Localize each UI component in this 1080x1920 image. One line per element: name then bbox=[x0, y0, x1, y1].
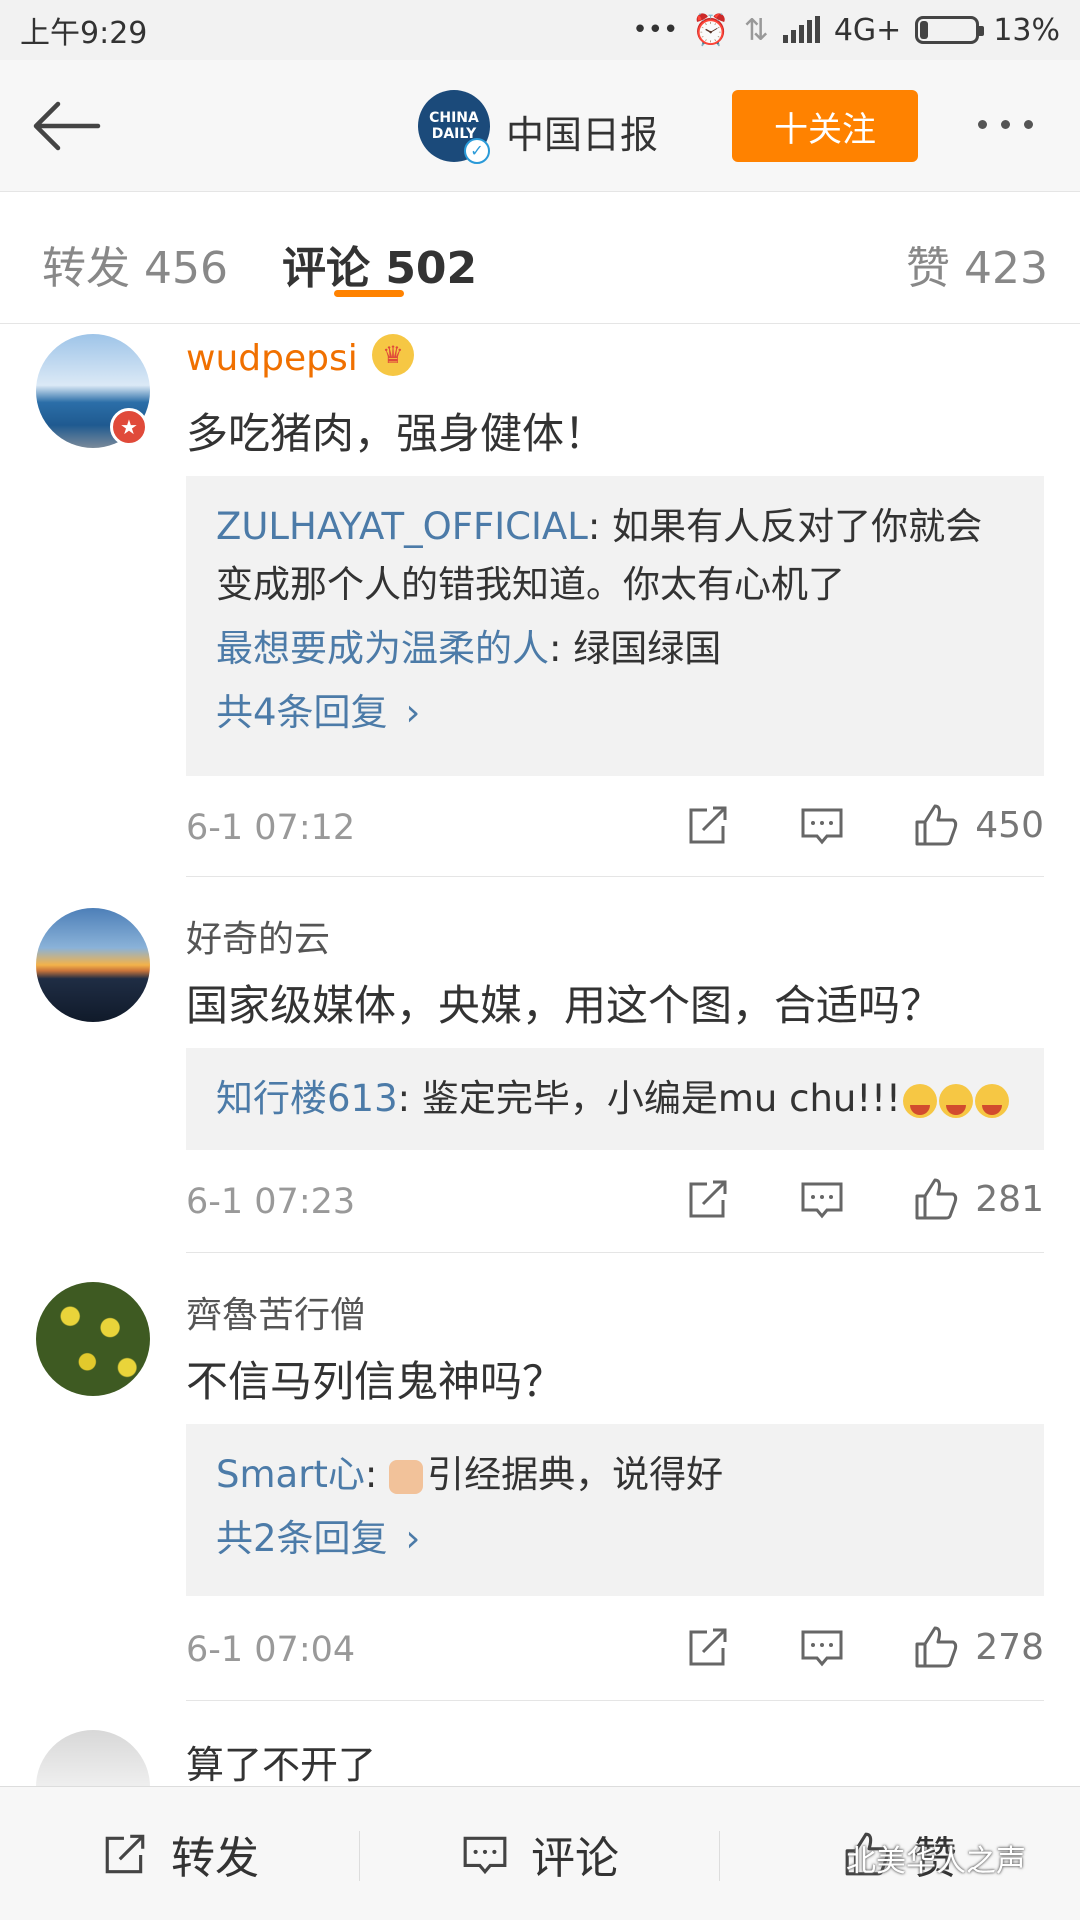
reply-box[interactable]: ZULHAYAT_OFFICIAL: 如果有人反对了你就会变成那个人的错我知道。… bbox=[186, 476, 1044, 776]
repost-icon[interactable] bbox=[685, 802, 731, 848]
avatar[interactable] bbox=[36, 1282, 150, 1396]
comment-icon[interactable] bbox=[799, 1176, 845, 1222]
like-button[interactable]: 450 bbox=[913, 802, 1044, 848]
like-count: 278 bbox=[975, 1626, 1044, 1668]
thumbs-up-emoji-icon bbox=[389, 1459, 424, 1494]
alarm-icon: ⏰ bbox=[692, 12, 730, 48]
comment-button[interactable]: 评论 bbox=[360, 1787, 720, 1920]
reply-line: Smart心: 引经据典，说得好 bbox=[216, 1453, 724, 1496]
tab-comments[interactable]: 评论 502 bbox=[282, 232, 477, 296]
comment-time: 6-1 07:23 bbox=[186, 1182, 356, 1222]
battery-icon bbox=[915, 16, 985, 44]
watermark: 北美华人之声 bbox=[846, 1844, 1026, 1879]
reply-username[interactable]: ZULHAYAT_OFFICIAL bbox=[216, 505, 588, 548]
tab-bar: 转发 456 评论 502 赞 423 bbox=[0, 192, 1080, 324]
nav-bar: CHINA DAILY ✓ 中国日报 十关注 bbox=[0, 60, 1080, 192]
comment-text: 不信马列信鬼神吗？ bbox=[186, 1357, 565, 1406]
comment-username[interactable]: 算了不开了 bbox=[186, 1734, 376, 1789]
tab-likes[interactable]: 赞 423 bbox=[906, 232, 1048, 296]
comment-username[interactable]: 齊魯苦行僧 bbox=[186, 1286, 366, 1338]
reply-username[interactable]: 最想要成为温柔的人 bbox=[216, 627, 549, 670]
status-bar: 上午9:29 ••• ⏰ ⇅ 4G+ 13% bbox=[0, 0, 1080, 60]
crying-laugh-emoji-icon bbox=[938, 1083, 973, 1118]
avatar[interactable] bbox=[36, 908, 150, 1022]
reply-line: 知行楼613: 鉴定完毕，小编是mu chu!!! bbox=[216, 1070, 1014, 1128]
more-dots-icon: ••• bbox=[632, 15, 679, 45]
chevron-right-icon: › bbox=[405, 1517, 421, 1560]
more-options-icon[interactable] bbox=[978, 120, 1033, 129]
crying-laugh-emoji-icon bbox=[974, 1083, 1009, 1118]
crown-icon: ♛ bbox=[372, 334, 414, 376]
repost-button[interactable]: 转发 bbox=[0, 1787, 360, 1920]
reply-line: 最想要成为温柔的人: 绿国绿国 bbox=[216, 620, 1014, 678]
comment-label: 评论 bbox=[531, 1832, 619, 1884]
repost-icon[interactable] bbox=[685, 1624, 731, 1670]
verified-badge-icon: ✓ bbox=[464, 138, 490, 164]
thumbs-up-icon bbox=[915, 1178, 958, 1220]
comment-username[interactable]: 好奇的云 bbox=[186, 910, 330, 962]
repost-label: 转发 bbox=[171, 1832, 259, 1884]
like-count: 281 bbox=[975, 1178, 1044, 1220]
tab-reposts[interactable]: 转发 456 bbox=[42, 232, 228, 296]
data-transfer-icon: ⇅ bbox=[743, 12, 769, 48]
more-replies-link[interactable]: 共2条回复 › bbox=[216, 1510, 420, 1568]
follow-button[interactable]: 十关注 bbox=[732, 90, 918, 162]
reply-username[interactable]: 知行楼613 bbox=[216, 1077, 398, 1120]
status-time: 上午9:29 bbox=[20, 16, 148, 51]
like-count: 450 bbox=[975, 804, 1044, 846]
comment-icon[interactable] bbox=[799, 1624, 845, 1670]
signal-icon bbox=[782, 16, 820, 43]
comment-text: 多吃猪肉，强身健体！ bbox=[186, 409, 607, 458]
divider bbox=[186, 1252, 1044, 1253]
reply-text: : 绿国绿国 bbox=[549, 627, 722, 670]
comment-icon[interactable] bbox=[799, 802, 845, 848]
more-replies-link[interactable]: 共4条回复 › bbox=[216, 684, 420, 742]
reply-box[interactable]: Smart心: 引经据典，说得好 共2条回复 › bbox=[186, 1424, 1044, 1596]
reply-box[interactable]: 知行楼613: 鉴定完毕，小编是mu chu!!! bbox=[186, 1048, 1044, 1150]
active-tab-indicator bbox=[334, 290, 404, 297]
divider bbox=[186, 876, 1044, 877]
reply-text: : 鉴定完毕，小编是mu chu!!! bbox=[397, 1077, 901, 1120]
chevron-right-icon: › bbox=[405, 691, 421, 734]
comment-username[interactable]: wudpepsi bbox=[186, 338, 358, 379]
avatar[interactable] bbox=[36, 1730, 150, 1790]
comment-time: 6-1 07:12 bbox=[186, 808, 356, 848]
like-button[interactable]: 278 bbox=[913, 1624, 1044, 1670]
battery-percent: 13% bbox=[993, 12, 1060, 48]
comment-text: 国家级媒体，央媒，用这个图，合适吗？ bbox=[186, 981, 943, 1030]
reply-text: 引经据典，说得好 bbox=[427, 1453, 724, 1496]
like-button[interactable]: 281 bbox=[913, 1176, 1044, 1222]
comment-icon bbox=[463, 1836, 507, 1874]
crying-laugh-emoji-icon bbox=[902, 1083, 937, 1118]
repost-icon[interactable] bbox=[685, 1176, 731, 1222]
reply-username[interactable]: Smart心 bbox=[216, 1453, 365, 1496]
vip-badge-icon: ★ bbox=[110, 408, 148, 446]
network-type: 4G+ bbox=[833, 12, 902, 48]
divider bbox=[186, 1700, 1044, 1701]
page-title: 中国日报 bbox=[506, 113, 659, 157]
back-arrow-icon[interactable] bbox=[28, 96, 104, 156]
comment-time: 6-1 07:04 bbox=[186, 1630, 356, 1670]
reply-line: ZULHAYAT_OFFICIAL: 如果有人反对了你就会变成那个人的错我知道。… bbox=[216, 498, 1014, 614]
thumbs-up-icon bbox=[915, 1626, 958, 1668]
repost-icon bbox=[105, 1834, 145, 1873]
thumbs-up-icon bbox=[915, 804, 958, 846]
